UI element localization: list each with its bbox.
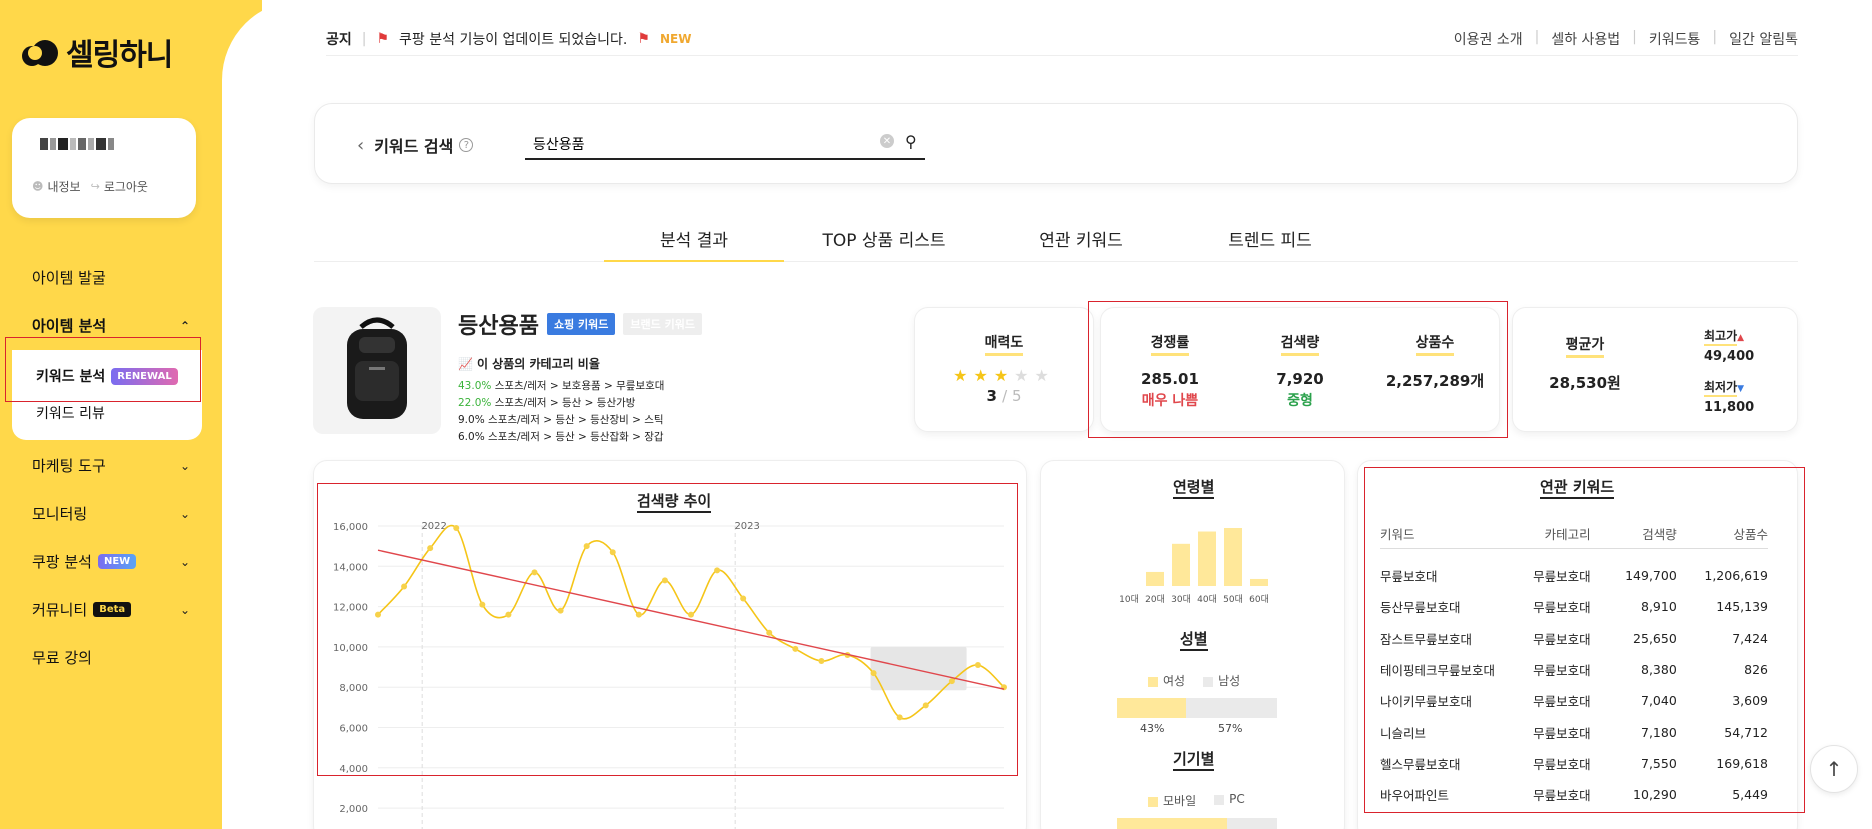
age-label: 50대 [1223,594,1243,605]
legend-label: 모바일 [1163,794,1197,808]
age-label: 30대 [1171,594,1191,605]
age-bar [1146,571,1164,586]
age-bar [1224,528,1242,586]
gender-bar-female [1117,698,1186,718]
legend-label: PC [1229,792,1245,806]
arrow-up-icon: ↑ [1825,757,1843,781]
female-pct: 43% [1140,722,1165,735]
age-bar [1172,543,1190,586]
gender-title: 성별 [1180,628,1208,651]
legend-label: 남성 [1218,674,1241,688]
age-label: 10대 [1119,594,1139,605]
device-bar-mobile [1117,818,1228,829]
legend-swatch [1148,676,1158,687]
legend-pc: PC [1214,792,1245,809]
legend-swatch [1214,794,1225,805]
legend-swatch [1148,796,1158,807]
gender-legend: 여성 남성 [1148,672,1240,689]
legend-male: 남성 [1203,672,1240,689]
legend-mobile: 모바일 [1148,792,1196,809]
device-legend: 모바일 PC [1148,792,1245,809]
device-bar [1117,818,1277,829]
age-label: 60대 [1249,594,1269,605]
age-label: 20대 [1145,594,1165,605]
gender-bar [1117,698,1277,718]
scroll-top-button[interactable]: ↑ [1810,745,1858,793]
male-pct: 57% [1218,722,1243,735]
legend-label: 여성 [1163,674,1186,688]
age-bar [1250,578,1268,586]
device-title: 기기별 [1173,748,1215,771]
legend-female: 여성 [1148,672,1185,689]
legend-swatch [1203,676,1214,687]
age-label: 40대 [1197,594,1217,605]
highlight-box-related [1364,467,1805,813]
age-bar [1198,531,1216,586]
